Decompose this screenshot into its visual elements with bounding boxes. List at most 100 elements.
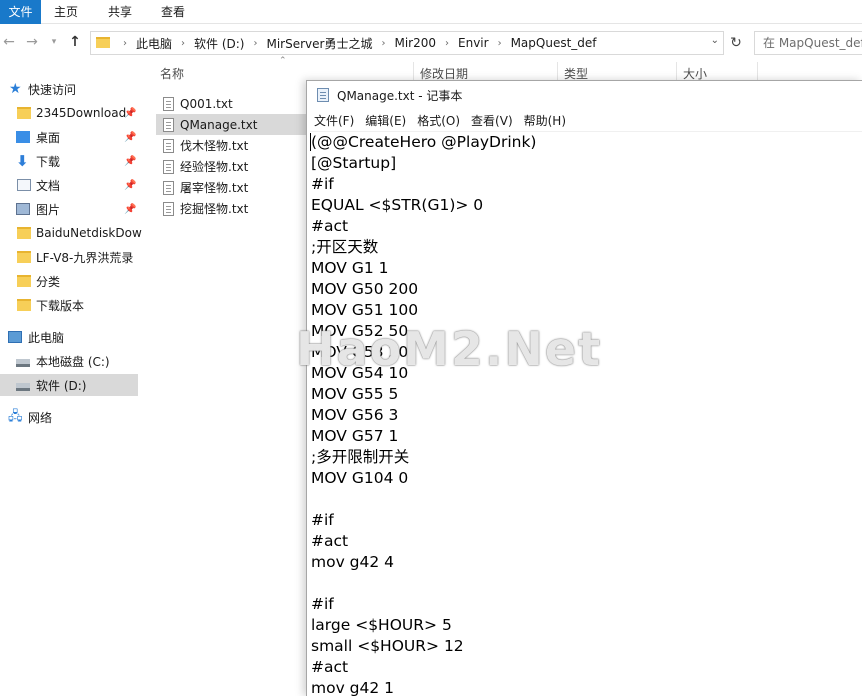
chevron-right-icon[interactable]: › — [246, 38, 264, 49]
sidebar-item-label: 此电脑 — [28, 330, 65, 345]
sidebar-item-label: BaiduNetdiskDow — [36, 226, 142, 240]
tab-share[interactable]: 共享 — [106, 0, 134, 24]
computer-icon — [8, 331, 22, 343]
sidebar-item-download-versions[interactable]: 下载版本 — [0, 294, 140, 316]
menu-help[interactable]: 帮助(H) — [524, 112, 566, 129]
tab-file[interactable]: 文件 — [0, 0, 41, 24]
sidebar-item-2345download[interactable]: 2345Download 📌 — [0, 102, 140, 124]
sidebar-item-label: 文档 — [36, 178, 61, 193]
pin-icon[interactable]: 📌 — [124, 108, 136, 119]
notepad-text-area[interactable]: (@@CreateHero @PlayDrink) [@Startup] #if… — [310, 131, 862, 696]
file-row[interactable]: 屠宰怪物.txt — [156, 177, 310, 198]
sidebar-item-label: 分类 — [36, 274, 61, 289]
file-name: Q001.txt — [180, 96, 233, 111]
sidebar-item-quick-access[interactable]: ★ 快速访问 — [0, 78, 140, 100]
recent-locations-chevron-icon[interactable]: ▾ — [45, 32, 63, 52]
tab-view[interactable]: 查看 — [159, 0, 187, 24]
file-name: QManage.txt — [180, 117, 258, 132]
notepad-title-bar[interactable]: QManage.txt - 记事本 — [307, 81, 862, 109]
menu-file[interactable]: 文件(F) — [314, 112, 354, 129]
sidebar-item-drive-d[interactable]: 软件 (D:) — [0, 374, 138, 396]
menu-view[interactable]: 查看(V) — [471, 112, 513, 129]
desktop-icon — [16, 131, 30, 143]
file-name: 屠宰怪物.txt — [180, 181, 249, 195]
breadcrumb-drive-d[interactable]: 软件 (D:) — [192, 35, 246, 52]
file-row[interactable]: Q001.txt — [156, 93, 310, 114]
breadcrumb-mir200[interactable]: Mir200 — [392, 36, 438, 50]
file-name: 经验怪物.txt — [180, 160, 249, 174]
drive-icon — [16, 383, 30, 391]
navigation-pane: ★ 快速访问 2345Download 📌 桌面 📌 ⬇ 下载 📌 文档 📌 图… — [0, 74, 142, 696]
text-caret — [310, 133, 311, 151]
chevron-right-icon[interactable]: › — [438, 38, 456, 49]
picture-icon — [16, 203, 30, 215]
sidebar-item-label: 本地磁盘 (C:) — [36, 354, 110, 369]
breadcrumb-mapquest[interactable]: MapQuest_def — [509, 36, 599, 50]
sidebar-item-documents[interactable]: 文档 📌 — [0, 174, 140, 196]
column-header-name[interactable]: 名称 — [160, 62, 184, 86]
forward-arrow-icon[interactable]: → — [23, 32, 41, 52]
tab-home[interactable]: 主页 — [52, 0, 80, 24]
sidebar-item-label: 2345Download — [36, 106, 127, 120]
notepad-menu-bar: 文件(F) 编辑(E) 格式(O) 查看(V) 帮助(H) — [307, 110, 862, 130]
address-row: ← → ▾ ↑ › 此电脑 › 软件 (D:) › MirServer勇士之城 … — [0, 28, 862, 58]
file-row[interactable]: QManage.txt — [156, 114, 310, 135]
file-row[interactable]: 经验怪物.txt — [156, 156, 310, 177]
sidebar-item-drive-c[interactable]: 本地磁盘 (C:) — [0, 350, 140, 372]
refresh-icon[interactable]: ↻ — [728, 34, 744, 52]
breadcrumb-mirserver[interactable]: MirServer勇士之城 — [264, 35, 374, 52]
up-arrow-icon[interactable]: ↑ — [66, 32, 84, 52]
file-row[interactable]: 伐木怪物.txt — [156, 135, 310, 156]
sidebar-item-category[interactable]: 分类 — [0, 270, 140, 292]
folder-icon — [17, 251, 31, 263]
sidebar-item-downloads[interactable]: ⬇ 下载 📌 — [0, 150, 140, 172]
breadcrumb-this-pc[interactable]: 此电脑 — [134, 35, 174, 52]
notepad-content: (@@CreateHero @PlayDrink) [@Startup] #if… — [311, 133, 537, 696]
chevron-right-icon[interactable]: › — [374, 38, 392, 49]
notepad-icon — [317, 88, 329, 102]
sidebar-item-label: LF-V8-九界洪荒录 — [36, 250, 134, 265]
notepad-window: QManage.txt - 记事本 文件(F) 编辑(E) 格式(O) 查看(V… — [306, 80, 862, 696]
document-icon — [17, 179, 31, 191]
pin-icon[interactable]: 📌 — [124, 156, 136, 167]
folder-icon — [17, 227, 31, 239]
menu-edit[interactable]: 编辑(E) — [365, 112, 406, 129]
sidebar-item-pictures[interactable]: 图片 📌 — [0, 198, 140, 220]
folder-icon — [17, 107, 31, 119]
sidebar-item-desktop[interactable]: 桌面 📌 — [0, 126, 140, 148]
chevron-right-icon[interactable]: › — [174, 38, 192, 49]
folder-icon — [17, 275, 31, 287]
file-row[interactable]: 挖掘怪物.txt — [156, 198, 310, 219]
notepad-title: QManage.txt - 记事本 — [337, 89, 463, 103]
sidebar-item-this-pc[interactable]: 此电脑 — [0, 326, 140, 348]
search-input[interactable]: 在 MapQuest_def — [754, 31, 862, 55]
pin-icon[interactable]: 📌 — [124, 180, 136, 191]
sidebar-item-label: 软件 (D:) — [36, 378, 87, 393]
sidebar-item-network[interactable]: 🖧 网络 — [0, 406, 140, 428]
file-name: 伐木怪物.txt — [180, 139, 249, 153]
chevron-right-icon[interactable]: › — [491, 38, 509, 49]
text-file-icon — [163, 160, 174, 174]
sidebar-item-lf-v8[interactable]: LF-V8-九界洪荒录 — [0, 246, 140, 268]
chevron-right-icon[interactable]: › — [116, 38, 134, 49]
back-arrow-icon[interactable]: ← — [0, 32, 18, 52]
address-bar[interactable]: › 此电脑 › 软件 (D:) › MirServer勇士之城 › Mir200… — [90, 31, 724, 55]
sort-ascending-icon: ⌃ — [279, 56, 287, 66]
breadcrumb-envir[interactable]: Envir — [456, 36, 491, 50]
menu-format[interactable]: 格式(O) — [417, 112, 460, 129]
text-file-icon — [163, 139, 174, 153]
sidebar-item-label: 下载版本 — [36, 298, 85, 313]
text-file-icon — [163, 181, 174, 195]
ribbon-tabs: 文件 主页 共享 查看 — [0, 0, 862, 24]
sidebar-item-label: 快速访问 — [28, 82, 77, 97]
sidebar-item-label: 桌面 — [36, 130, 61, 145]
breadcrumb: › 此电脑 › 软件 (D:) › MirServer勇士之城 › Mir200… — [116, 32, 599, 54]
sidebar-item-label: 下载 — [36, 154, 61, 169]
sidebar-item-baidunetdisk[interactable]: BaiduNetdiskDow — [0, 222, 142, 244]
sidebar-item-label: 图片 — [36, 202, 61, 217]
text-file-icon — [163, 202, 174, 216]
pin-icon[interactable]: 📌 — [124, 132, 136, 143]
chevron-down-icon[interactable]: ⌄ — [711, 35, 719, 46]
pin-icon[interactable]: 📌 — [124, 204, 136, 215]
star-icon: ★ — [9, 81, 22, 97]
